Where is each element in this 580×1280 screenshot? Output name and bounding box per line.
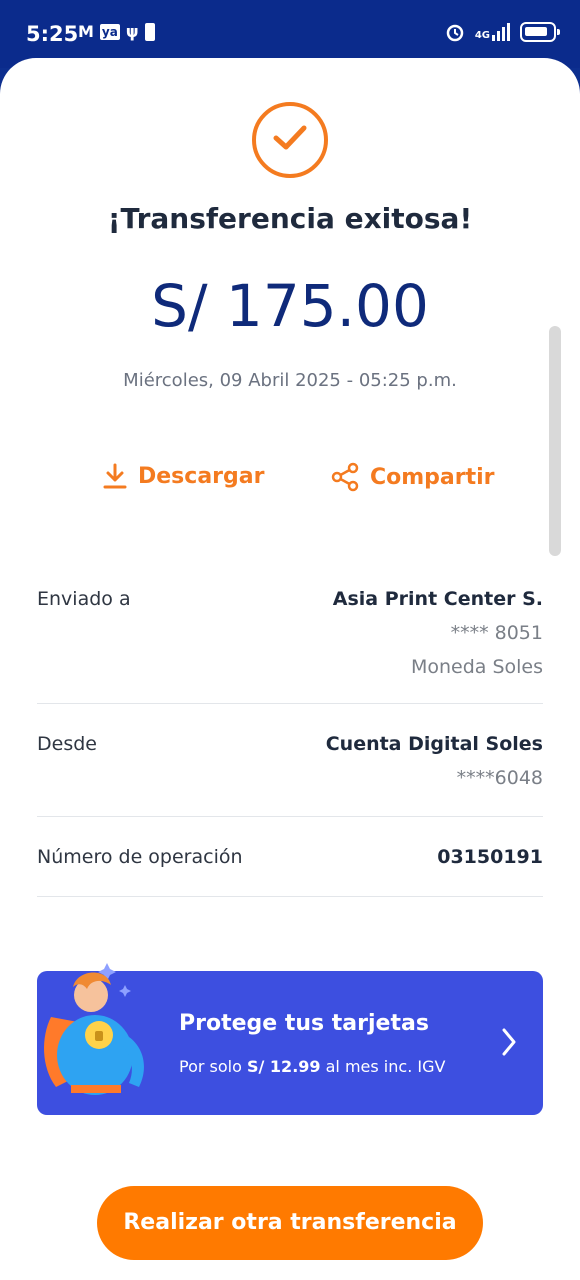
battery-icon bbox=[520, 22, 560, 42]
transfer-amount: S/ 175.00 bbox=[151, 272, 429, 340]
mail-icon: M bbox=[78, 22, 94, 41]
ya-icon: ya bbox=[99, 23, 120, 40]
transfer-datetime: Miércoles, 09 Abril 2025 - 05:25 p.m. bbox=[123, 370, 457, 391]
sent-to-values: Asia Print Center S. **** 8051 Moneda So… bbox=[333, 588, 543, 690]
recipient-name: Asia Print Center S. bbox=[332, 588, 543, 610]
scrollbar[interactable] bbox=[549, 326, 561, 556]
operation-label: Número de operación bbox=[37, 846, 243, 868]
download-button[interactable]: Descargar bbox=[102, 462, 264, 490]
divider bbox=[37, 816, 543, 817]
signal-icon: 4G bbox=[475, 23, 510, 41]
detail-row-from: Desde Cuenta Digital Soles ****6048 bbox=[37, 733, 543, 803]
page-title: ¡Transferencia exitosa! bbox=[107, 202, 473, 235]
download-icon bbox=[103, 463, 127, 489]
operation-values: 03150191 bbox=[437, 846, 543, 880]
download-label: Descargar bbox=[138, 463, 265, 489]
success-check-icon bbox=[252, 102, 328, 178]
promo-price: S/ 12.99 bbox=[246, 1057, 321, 1076]
source-account-number: ****6048 bbox=[456, 767, 543, 789]
notification-icons: M ya ψ bbox=[78, 22, 155, 41]
promo-title: Protege tus tarjetas bbox=[179, 1011, 429, 1036]
new-transfer-button[interactable]: Realizar otra transferencia bbox=[97, 1186, 483, 1260]
sent-to-label: Enviado a bbox=[37, 588, 131, 610]
detail-row-operation: Número de operación 03150191 bbox=[37, 846, 543, 886]
source-account-name: Cuenta Digital Soles bbox=[325, 733, 543, 755]
recipient-account: **** 8051 bbox=[450, 622, 543, 644]
share-icon bbox=[331, 462, 359, 492]
promo-banner[interactable]: Protege tus tarjetas Por solo S/ 12.99 a… bbox=[37, 963, 543, 1115]
operation-number: 03150191 bbox=[437, 846, 543, 868]
alarm-icon bbox=[446, 24, 464, 42]
promo-sub-suffix: al mes inc. IGV bbox=[320, 1057, 446, 1076]
promo-sub-prefix: Por solo bbox=[179, 1057, 247, 1076]
from-label: Desde bbox=[37, 733, 97, 755]
divider bbox=[37, 703, 543, 704]
status-time: 5:25 bbox=[26, 22, 79, 46]
detail-row-sent-to: Enviado a Asia Print Center S. **** 8051… bbox=[37, 588, 543, 688]
promo-subtitle: Por solo S/ 12.99 al mes inc. IGV bbox=[179, 1057, 445, 1076]
superhero-illustration-icon bbox=[44, 963, 144, 1095]
recipient-currency: Moneda Soles bbox=[410, 656, 543, 678]
chevron-right-icon bbox=[502, 1028, 516, 1056]
system-icons: 4G bbox=[445, 22, 560, 42]
divider bbox=[37, 896, 543, 897]
share-label: Compartir bbox=[370, 464, 495, 490]
battery-saver-icon bbox=[144, 22, 155, 41]
usb-icon: ψ bbox=[125, 22, 139, 41]
share-button[interactable]: Compartir bbox=[330, 462, 495, 492]
from-values: Cuenta Digital Soles ****6048 bbox=[326, 733, 543, 801]
